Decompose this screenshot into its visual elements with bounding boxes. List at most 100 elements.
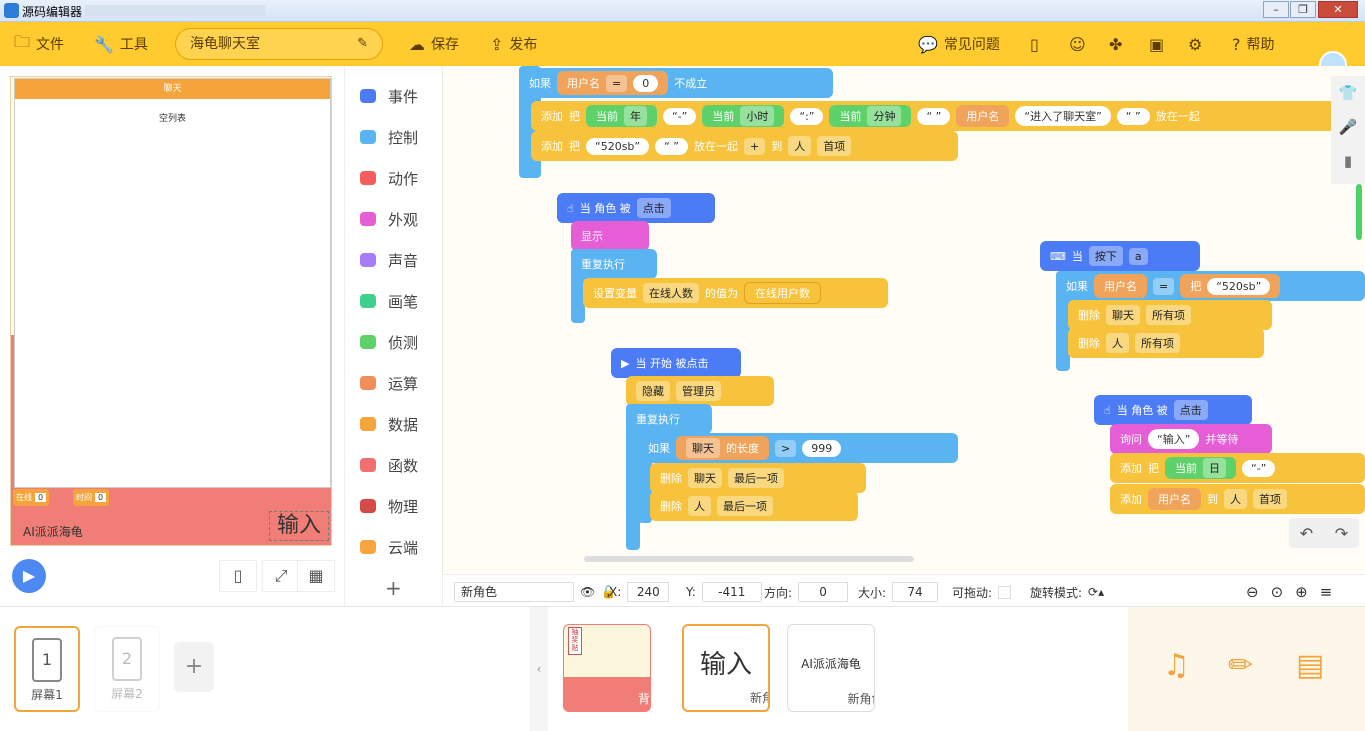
all-items-dropdown-2[interactable]: 所有项 (1135, 333, 1180, 353)
delete-person-all[interactable]: 删除人所有项 (1068, 328, 1264, 358)
delete-person-last[interactable]: 删除人最后一项 (650, 491, 858, 521)
set-var-block[interactable]: 设置变量 在线人数 的值为 在线用户数 (583, 278, 888, 308)
if-block[interactable]: 如果 用户名 = 0 不成立 (519, 68, 833, 98)
y-input[interactable]: -411 (701, 582, 762, 602)
faq-button[interactable]: 💬 常见问题 (918, 22, 1000, 66)
joined-value[interactable]: “进入了聊天室” (1015, 106, 1111, 126)
chat-dropdown[interactable]: 聊天 (686, 438, 720, 458)
hide-dropdown[interactable]: 隐藏 (636, 381, 670, 401)
key-dropdown[interactable]: a (1128, 247, 1148, 265)
repeat-block[interactable]: 重复执行 (571, 249, 657, 279)
minute-dropdown[interactable]: 分钟 (867, 106, 902, 126)
undo-icon[interactable]: ↶ (1300, 524, 1313, 543)
add-screen-button[interactable]: + (174, 642, 214, 692)
username-var4[interactable]: 用户名 (1148, 488, 1201, 510)
zoom-reset-icon[interactable]: ⊙ (1271, 583, 1284, 601)
chat-dropdown-2[interactable]: 聊天 (688, 468, 722, 488)
minimize-button[interactable]: – (1263, 1, 1289, 18)
person-dropdown[interactable]: 人 (788, 136, 812, 156)
save-button[interactable]: ☁ 保存 (409, 22, 459, 66)
rotate-mode-dropdown[interactable]: ⟳▴ (1088, 585, 1104, 599)
person-dropdown-2[interactable]: 人 (688, 496, 711, 516)
grid-button[interactable]: ▦ (297, 560, 335, 592)
category-8[interactable]: 数据 (346, 404, 443, 444)
settings-button[interactable]: ⚙ (1188, 22, 1202, 66)
show-block[interactable]: 显示 (571, 221, 649, 251)
space-value2[interactable]: “ ” (1116, 107, 1150, 125)
admin-dropdown[interactable]: 管理员 (676, 381, 721, 401)
vertical-scrollbar[interactable] (1356, 184, 1362, 240)
n999-value[interactable]: 999 (802, 439, 842, 457)
plus-button[interactable]: + (744, 137, 766, 155)
join-reporter[interactable]: 把 “520sb” (1180, 274, 1281, 298)
current-day[interactable]: 当前日 (1165, 457, 1236, 479)
input-sprite[interactable]: 输入 (269, 511, 329, 541)
horizontal-scrollbar[interactable] (584, 556, 914, 562)
draggable-checkbox[interactable] (998, 585, 1012, 599)
fullscreen-button[interactable]: ⤢ (262, 560, 300, 592)
sprite-turtle-label[interactable]: AI派派海龟 (23, 523, 83, 540)
chat-list-window[interactable]: 聊天 空列表 (14, 78, 331, 488)
add-extension-button[interactable]: + (385, 576, 402, 600)
click-dropdown[interactable]: 点击 (636, 198, 671, 218)
zoom-out-icon[interactable]: ⊖ (1246, 583, 1259, 601)
hour-dropdown[interactable]: 小时 (740, 106, 775, 126)
current-minute[interactable]: 当前 分钟 (829, 105, 912, 127)
zero-value[interactable]: 0 (633, 74, 659, 92)
eq-dropdown[interactable]: = (606, 74, 628, 92)
file-menu[interactable]: 🗀 文件 (14, 22, 64, 66)
direction-input[interactable]: 0 (798, 582, 849, 602)
paint-pencil-icon[interactable]: ✏ (1228, 648, 1253, 683)
last-item-dropdown[interactable]: 最后一项 (728, 468, 784, 488)
maximize-button[interactable]: ❐ (1290, 1, 1316, 18)
category-7[interactable]: 运算 (346, 363, 443, 403)
run-button[interactable]: ▶ (12, 559, 46, 593)
ask-block[interactable]: 询问 “输入” 并等待 (1110, 424, 1272, 454)
category-2[interactable]: 动作 (346, 158, 443, 198)
add-username-block[interactable]: 添加 用户名 到人首项 (1110, 484, 1365, 514)
hide-block[interactable]: 隐藏 管理员 (626, 376, 774, 406)
chat-dropdown-3[interactable]: 聊天 (1106, 305, 1140, 325)
when-sprite-clicked-hat[interactable]: ☝ 当 角色 被点击 (557, 193, 715, 223)
screen-1[interactable]: 1 屏幕1 (14, 626, 80, 712)
category-9[interactable]: 函数 (346, 445, 443, 485)
username-var3[interactable]: 用户名 (1094, 274, 1147, 298)
phone-button[interactable]: ▯ (1030, 22, 1039, 66)
online-users-reporter[interactable]: 在线用户数 (744, 282, 821, 304)
length-reporter[interactable]: 聊天 的长度 (676, 436, 769, 460)
sb-value-2[interactable]: “520sb” (1207, 277, 1271, 295)
project-name-input[interactable]: 海龟聊天室 ✎ (175, 28, 383, 60)
delete-chat-all[interactable]: 删除 聊天 所有项 (1068, 300, 1272, 330)
day-dropdown[interactable]: 日 (1203, 458, 1226, 478)
device-toggle-button[interactable]: ▯ (219, 560, 257, 592)
robot-button[interactable]: ☺ (1069, 22, 1086, 66)
if-length-block[interactable]: 如果 聊天 的长度 >999 (638, 433, 958, 463)
person-dropdown-3[interactable]: 人 (1106, 333, 1129, 353)
space-value3[interactable]: “ ” (655, 137, 689, 155)
category-4[interactable]: 声音 (346, 240, 443, 280)
delete-chat-last[interactable]: 删除 聊天 最后一项 (650, 463, 866, 493)
online-var-dropdown[interactable]: 在线人数 (643, 283, 699, 303)
close-button[interactable]: ✕ (1318, 1, 1358, 18)
all-items-dropdown[interactable]: 所有项 (1146, 305, 1191, 325)
menu-icon[interactable]: ≡ (1320, 583, 1333, 601)
last-item-dropdown-2[interactable]: 最后一项 (717, 496, 773, 516)
repeat-block-2[interactable]: 重复执行 (626, 404, 712, 434)
current-year[interactable]: 当前年 (586, 105, 657, 127)
box-button[interactable]: ▣ (1149, 22, 1164, 66)
bar-chart-icon[interactable]: ▮ (1331, 144, 1365, 178)
collapse-arrow-icon[interactable]: ‹ (530, 607, 548, 731)
sb-value[interactable]: “520sb” (586, 137, 650, 155)
username-var[interactable]: 用户名 = 0 (557, 71, 669, 95)
help-button[interactable]: ? 帮助 (1232, 22, 1275, 66)
folder-add-icon[interactable]: ▤ (1296, 648, 1324, 683)
when-start-hat[interactable]: ▶ 当 开始 被点击 (611, 348, 741, 378)
redo-icon[interactable]: ↷ (1335, 524, 1348, 543)
sprite-name-input[interactable]: 新角色 (454, 582, 574, 602)
code-workspace[interactable]: 如果 用户名 = 0 不成立 添加把当前年 “-” 当前 小时 “:” 当前 分钟 “ ” 用户名 “进入… (444, 66, 1365, 574)
add-day-block[interactable]: 添加把当前日 “-” (1110, 453, 1365, 483)
stage-preview[interactable]: 聊天 空列表 在线 0 时间 0 AI派派海龟 输入 (10, 76, 332, 546)
input-question-value[interactable]: “输入” (1148, 429, 1200, 449)
size-input[interactable]: 74 (892, 582, 939, 602)
publish-button[interactable]: ⇪ 发布 (490, 22, 537, 66)
